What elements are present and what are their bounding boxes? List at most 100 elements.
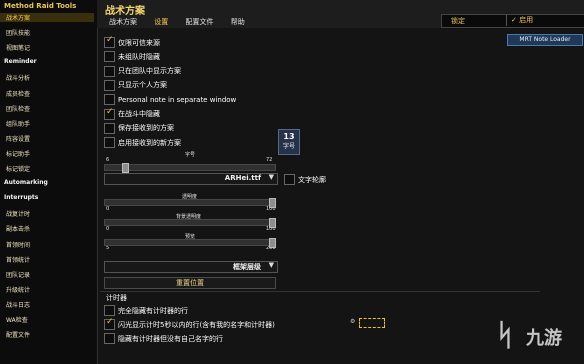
sidebar-item[interactable]: WA检查 (6, 315, 28, 324)
sidebar: Method Raid Tools 战术方案团队技能视图笔记 Reminder 战斗… (0, 0, 98, 364)
watermark: ᛋ 九游 (496, 316, 578, 356)
option-checkbox-row[interactable]: 保存接收到的方案 (104, 122, 174, 134)
font-size-slider[interactable] (104, 163, 276, 173)
sidebar-item[interactable]: 首领时间 (6, 240, 30, 249)
divider (506, 15, 507, 26)
option-checkbox-row[interactable]: ✓ 闪光显示计时5秒以内的行(含有我的名字和计时器) (104, 317, 275, 330)
font-size-label: 字号 (282, 143, 295, 150)
checkbox-box[interactable] (104, 51, 115, 63)
option-checkbox-row[interactable]: Personal note in separate window (104, 94, 237, 106)
font-dropdown[interactable]: ARHei.ttf ▼ (104, 173, 278, 185)
sidebar-item[interactable]: 战斗日志 (6, 300, 30, 309)
logo-icon: ᛋ (496, 318, 514, 353)
sidebar-item[interactable]: 战术方案 (0, 13, 94, 22)
check-icon: ✓ (106, 106, 114, 117)
tab-profiles[interactable]: 配置文件 (185, 18, 213, 26)
width-slider-thumb[interactable] (269, 238, 276, 248)
sidebar-item[interactable]: 视图笔记 (6, 43, 30, 52)
sidebar-item[interactable]: 战复计时 (6, 209, 30, 218)
checkbox-box[interactable] (104, 94, 115, 106)
bg-opacity-slider[interactable] (104, 218, 276, 228)
font-size-min: 6 (106, 157, 110, 163)
strata-dropdown-value: 框架层级 (233, 263, 261, 271)
checkbox-box[interactable] (284, 174, 295, 185)
outline-label: 文字轮廓 (298, 175, 326, 184)
sidebar-item[interactable]: 标记助手 (6, 149, 30, 158)
chevron-down-icon: ▼ (268, 261, 274, 269)
addon-title: Method Raid Tools (4, 2, 77, 10)
option-label: Personal note in separate window (118, 95, 237, 104)
checkbox-box[interactable] (104, 137, 115, 149)
option-label: 闪光显示计时5秒以内的行(含有我的名字和计时器) (118, 320, 275, 329)
option-label: 在战斗中隐藏 (118, 110, 160, 118)
sidebar-item[interactable]: 团队检查 (6, 104, 30, 113)
sidebar-item[interactable]: 团队记录 (6, 270, 30, 279)
sidebar-item[interactable]: 成员检查 (6, 89, 30, 98)
font-dropdown-value: ARHei.ttf (224, 174, 261, 182)
font-size-badge[interactable]: 13 字号 (278, 129, 300, 155)
mrt-note-loader-button[interactable]: MRT Note Loader (507, 34, 583, 46)
tab-bar: 战术方案 设置 配置文件 帮助 (109, 17, 260, 27)
sidebar-item[interactable]: 首领统计 (6, 255, 30, 264)
watermark-text: 九游 (526, 328, 562, 349)
option-label: 只在团队中显示方案 (118, 67, 181, 76)
sidebar-item[interactable]: 标记锁定 (6, 164, 30, 173)
outline-checkbox[interactable]: 文字轮廓 (284, 174, 326, 185)
checkbox-box[interactable] (104, 65, 115, 77)
bg-opacity-slider-thumb[interactable] (269, 218, 276, 228)
sidebar-item[interactable]: 升级统计 (6, 285, 30, 294)
option-checkbox-row[interactable]: 完全隐藏有计时器的行 (104, 305, 188, 316)
strata-dropdown[interactable]: 框架层级 ▼ (104, 261, 278, 273)
checkbox-box[interactable]: ✓ (104, 106, 115, 120)
sidebar-item[interactable]: 阵容设置 (6, 134, 30, 143)
font-size-max: 72 (266, 157, 273, 163)
tab-tactics[interactable]: 战术方案 (109, 18, 137, 26)
sidebar-item: Reminder (4, 58, 37, 66)
option-label: 只显示个人方案 (118, 81, 167, 90)
tab-help[interactable]: 帮助 (231, 18, 245, 26)
checkbox-box[interactable] (104, 122, 115, 134)
option-checkbox-row[interactable]: ✓ 仅限可信来源 (104, 35, 160, 48)
check-icon: ✓ (511, 16, 517, 24)
sidebar-item: Interrupts (4, 194, 39, 202)
sidebar-item[interactable]: 战斗分析 (6, 73, 30, 82)
option-label: 未组队时隐藏 (118, 52, 160, 61)
font-size-slider-label: 字号 (185, 152, 196, 158)
option-label: 完全隐藏有计时器的行 (118, 306, 188, 315)
option-label: 隐藏有计时器但没有自己名字的行 (118, 334, 223, 343)
chevron-down-icon: ▼ (268, 173, 274, 181)
timer-section-header: 计时器 (106, 294, 127, 302)
sidebar-item[interactable]: 配置文件 (6, 330, 30, 339)
page-title: 战术方案 (105, 6, 145, 17)
sidebar-item[interactable]: 副本击杀 (6, 224, 30, 233)
option-checkbox-row[interactable]: ✓ 在战斗中隐藏 (104, 106, 160, 120)
checkbox-box[interactable] (104, 305, 115, 316)
sidebar-item: Automarking (4, 179, 48, 187)
font-size-value: 13 (283, 132, 295, 141)
sidebar-item[interactable]: 组队助手 (6, 119, 30, 128)
font-size-slider-thumb[interactable] (122, 163, 130, 173)
option-checkbox-row[interactable]: 启用接收到的新方案 (104, 137, 181, 149)
option-label: 保存接收到的方案 (118, 124, 174, 133)
option-checkbox-row[interactable]: 未组队时隐藏 (104, 51, 160, 63)
checkbox-box[interactable] (104, 333, 115, 344)
opacity-min: 0 (106, 206, 110, 212)
checkbox-box[interactable]: ✓ (104, 317, 115, 330)
lock-button[interactable]: 锁定 (451, 16, 465, 26)
option-checkbox-row[interactable]: 隐藏有计时器但没有自己名字的行 (104, 333, 223, 344)
sidebar-item[interactable]: 团队技能 (6, 28, 30, 37)
enable-checkbox[interactable]: ✓ 启用 (511, 15, 533, 25)
opacity-slider-thumb[interactable] (269, 198, 276, 208)
check-icon: ✓ (106, 35, 114, 45)
option-checkbox-row[interactable]: 只在团队中显示方案 (104, 65, 181, 77)
checkbox-box[interactable] (104, 79, 115, 91)
opacity-slider[interactable] (104, 198, 276, 208)
option-checkbox-row[interactable]: 只显示个人方案 (104, 79, 167, 91)
tab-settings[interactable]: 设置 (154, 18, 168, 26)
option-label: 仅限可信来源 (118, 38, 160, 47)
width-slider[interactable] (104, 238, 276, 248)
divider (100, 291, 540, 292)
checkbox-box[interactable]: ✓ (104, 35, 115, 48)
settings-icon[interactable]: ⚙ (350, 318, 355, 325)
reset-position-button[interactable]: 重置位置 (104, 277, 276, 289)
